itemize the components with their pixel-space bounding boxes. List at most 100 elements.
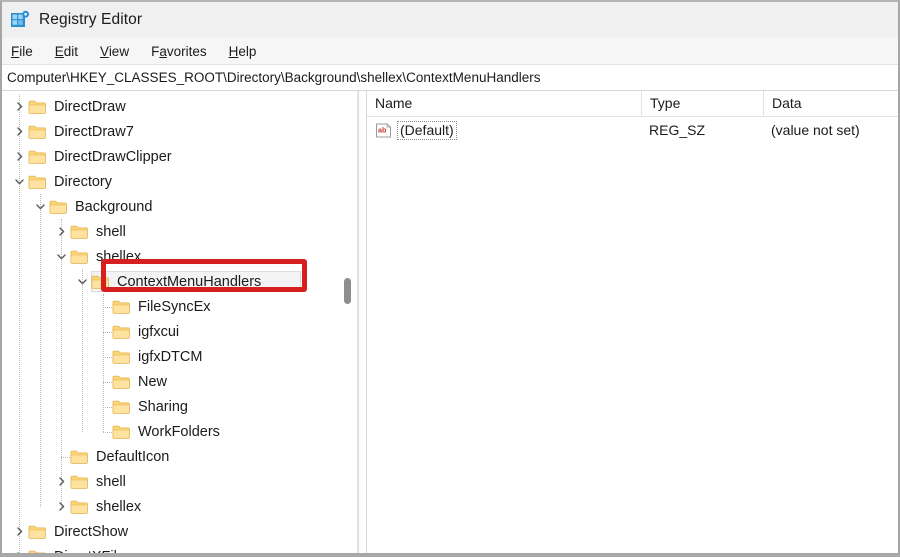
folder-icon xyxy=(112,324,131,340)
tree-guide-elbow xyxy=(103,357,112,358)
tree-scrollbar-thumb[interactable] xyxy=(344,278,351,304)
registry-path: Computer\HKEY_CLASSES_ROOT\Directory\Bac… xyxy=(7,70,541,85)
folder-icon xyxy=(28,524,47,540)
tree-node-label: shell xyxy=(96,223,126,240)
folder-icon xyxy=(28,124,47,140)
tree-node-label: Background xyxy=(75,198,153,215)
table-row[interactable]: ab (Default) REG_SZ (value not set) xyxy=(367,117,898,143)
folder-icon xyxy=(112,374,131,390)
tree-guide-line xyxy=(82,269,84,432)
tree-node-directdraw7[interactable]: DirectDraw7 xyxy=(2,119,357,144)
tree-node-label: shellex xyxy=(96,498,142,515)
tree-node-label: DirectXFile xyxy=(54,549,125,554)
tree-node-label: igfxcui xyxy=(138,323,180,340)
folder-icon xyxy=(70,449,89,465)
registry-editor-icon xyxy=(10,10,30,30)
chevron-right-icon[interactable] xyxy=(11,526,28,537)
tree-node-filesyncex[interactable]: FileSyncEx xyxy=(2,294,357,319)
menu-view-rest: iew xyxy=(108,43,130,59)
tree-node-label: DefaultIcon xyxy=(96,448,170,465)
tree-node-sharing[interactable]: Sharing xyxy=(2,394,357,419)
folder-icon xyxy=(112,424,131,440)
folder-icon xyxy=(70,224,89,240)
tree-node-shellex[interactable]: shellex xyxy=(2,244,357,269)
value-data-cell[interactable]: (value not set) xyxy=(763,117,898,143)
tree-node-igfxdtcm[interactable]: igfxDTCM xyxy=(2,344,357,369)
tree-node-shell[interactable]: shell xyxy=(2,469,357,494)
address-bar[interactable]: Computer\HKEY_CLASSES_ROOT\Directory\Bac… xyxy=(2,65,898,91)
chevron-right-icon[interactable] xyxy=(11,126,28,137)
chevron-right-icon[interactable] xyxy=(11,101,28,112)
value-name-cell[interactable]: ab (Default) xyxy=(367,117,641,143)
content-area: DirectDraw DirectDraw7 DirectDrawClipper Di… xyxy=(2,91,898,553)
svg-text:ab: ab xyxy=(378,125,387,134)
tree-node-background[interactable]: Background xyxy=(2,194,357,219)
registry-tree: DirectDraw DirectDraw7 DirectDrawClipper Di… xyxy=(2,91,357,553)
menu-file-rest: ile xyxy=(19,43,33,59)
tree-guide-elbow xyxy=(103,432,112,433)
chevron-down-icon[interactable] xyxy=(74,276,91,287)
tree-node-workfolders[interactable]: WorkFolders xyxy=(2,419,357,444)
tree-node-directdrawclipper[interactable]: DirectDrawClipper xyxy=(2,144,357,169)
tree-node-directory[interactable]: Directory xyxy=(2,169,357,194)
folder-icon xyxy=(28,174,47,190)
tree-node-defaulticon[interactable]: DefaultIcon xyxy=(2,444,357,469)
tree-node-label: ContextMenuHandlers xyxy=(117,273,262,290)
menu-help-accesskey: H xyxy=(228,43,239,59)
menu-file[interactable]: File xyxy=(11,44,33,59)
tree-node-directdraw[interactable]: DirectDraw xyxy=(2,94,357,119)
column-header-name[interactable]: Name xyxy=(367,91,641,116)
folder-icon xyxy=(28,549,47,553)
tree-guide-line xyxy=(40,194,42,507)
tree-guide-elbow xyxy=(103,407,112,408)
chevron-down-icon[interactable] xyxy=(32,201,49,212)
value-type-cell[interactable]: REG_SZ xyxy=(641,117,763,143)
tree-node-label: shellex xyxy=(96,248,142,265)
folder-icon xyxy=(112,349,131,365)
tree-node-label: DirectShow xyxy=(54,523,129,540)
tree-node-label: shell xyxy=(96,473,126,490)
menu-view[interactable]: View xyxy=(100,44,129,59)
menu-favorites[interactable]: Favorites xyxy=(151,44,207,59)
folder-icon xyxy=(28,99,47,115)
chevron-down-icon[interactable] xyxy=(53,251,70,262)
chevron-down-icon[interactable] xyxy=(11,176,28,187)
values-list-pane[interactable]: Name Type Data ab (Default) REG_SZ (valu… xyxy=(367,91,898,553)
chevron-right-icon[interactable] xyxy=(11,551,28,553)
window-title: Registry Editor xyxy=(39,11,143,28)
folder-icon xyxy=(91,274,110,290)
menu-help-rest: elp xyxy=(238,43,257,59)
tree-node-contextmenuhandlers[interactable]: ContextMenuHandlers xyxy=(2,269,357,294)
registry-editor-window: Registry Editor File Edit View Favorites… xyxy=(0,0,900,557)
chevron-right-icon[interactable] xyxy=(53,226,70,237)
tree-node-label: WorkFolders xyxy=(138,423,220,440)
menu-help[interactable]: Help xyxy=(229,44,257,59)
menu-view-accesskey: V xyxy=(100,43,109,59)
tree-scrollbar[interactable] xyxy=(341,91,354,553)
tree-node-new[interactable]: New xyxy=(2,369,357,394)
pane-splitter[interactable] xyxy=(358,91,367,553)
column-header-type[interactable]: Type xyxy=(641,91,763,116)
column-header-data[interactable]: Data xyxy=(763,91,898,116)
tree-node-label: Sharing xyxy=(138,398,188,415)
values-list-header: Name Type Data xyxy=(367,91,898,117)
tree-guide-elbow xyxy=(103,307,112,308)
chevron-right-icon[interactable] xyxy=(11,151,28,162)
tree-node-label: DirectDrawClipper xyxy=(54,148,172,165)
folder-icon xyxy=(70,474,89,490)
folder-icon xyxy=(70,499,89,515)
tree-node-label: DirectDraw7 xyxy=(54,123,134,140)
menu-edit[interactable]: Edit xyxy=(55,44,78,59)
tree-node-directshow[interactable]: DirectShow xyxy=(2,519,357,544)
tree-node-shell[interactable]: shell xyxy=(2,219,357,244)
chevron-right-icon[interactable] xyxy=(53,476,70,487)
tree-guide-line xyxy=(19,94,21,553)
tree-guide-elbow xyxy=(61,457,70,458)
tree-guide-line xyxy=(61,219,63,507)
tree-node-igfxcui[interactable]: igfxcui xyxy=(2,319,357,344)
registry-tree-pane[interactable]: DirectDraw DirectDraw7 DirectDrawClipper Di… xyxy=(2,91,358,553)
folder-icon xyxy=(112,399,131,415)
tree-node-directxfile[interactable]: DirectXFile xyxy=(2,544,357,553)
chevron-right-icon[interactable] xyxy=(53,501,70,512)
tree-node-shellex[interactable]: shellex xyxy=(2,494,357,519)
